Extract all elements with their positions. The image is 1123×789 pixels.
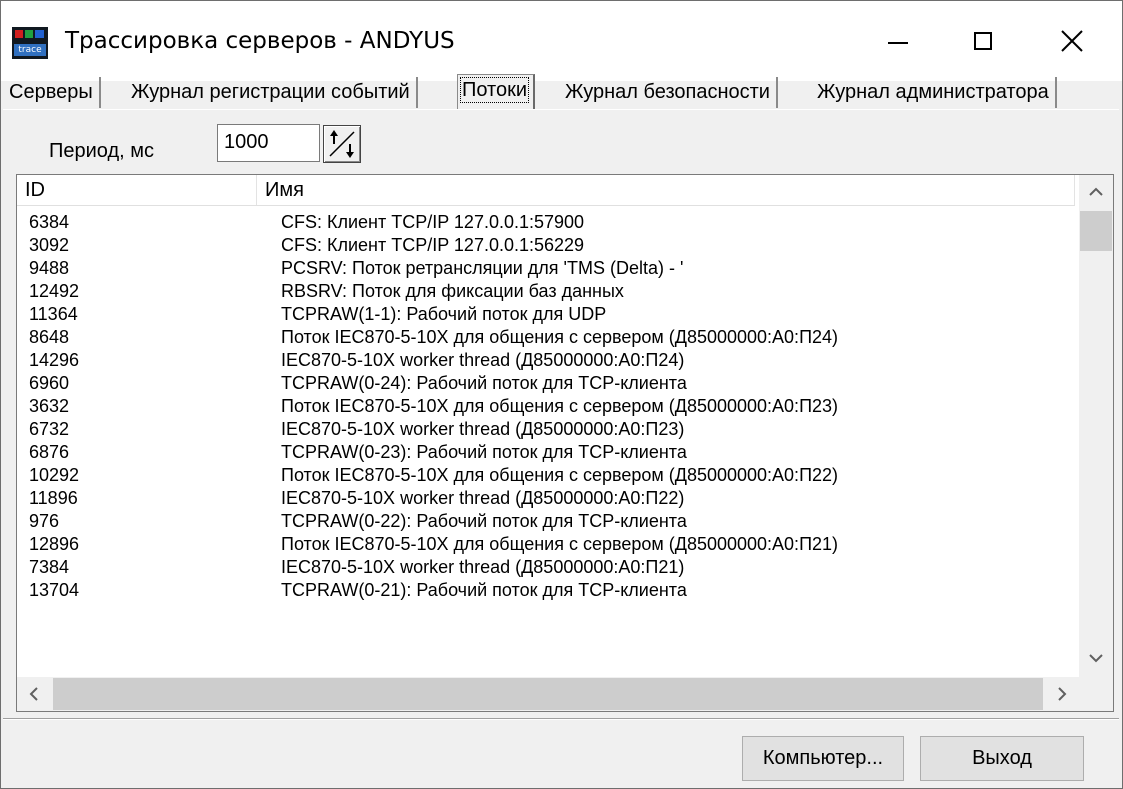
main-window: trace Трассировка серверов - ANDYUS Серв… — [0, 0, 1123, 789]
list-row[interactable]: 6876 TCPRAW(0-23): Рабочий поток для TCP-… — [17, 441, 1077, 464]
list-row[interactable]: 11896 IEC870-5-10X worker thread (Д850000… — [17, 487, 1077, 510]
list-row[interactable]: 9488 PCSRV: Поток ретрансляции для 'TMS (… — [17, 257, 1077, 280]
close-icon[interactable] — [1042, 15, 1102, 67]
list-rows: 6384 CFS: Клиент TCP/IP 127.0.0.1:57900 3… — [17, 211, 1077, 676]
horizontal-scrollbar[interactable] — [17, 677, 1079, 711]
column-header-name[interactable]: Имя — [257, 175, 1075, 205]
list-row[interactable]: 3092 CFS: Клиент TCP/IP 127.0.0.1:56229 — [17, 234, 1077, 257]
tab-bar: Серверы Журнал регистрации событий Поток… — [5, 74, 1105, 111]
chevron-right-icon[interactable] — [1045, 677, 1079, 711]
list-row[interactable]: 7384 IEC870-5-10X worker thread (Д8500000… — [17, 556, 1077, 579]
list-row[interactable]: 8648 Поток IEC870-5-10X для общения с сер… — [17, 326, 1077, 349]
chevron-up-icon[interactable] — [1079, 175, 1113, 209]
list-row[interactable]: 12896 Поток IEC870-5-10X для общения с се… — [17, 533, 1077, 556]
vertical-scrollbar[interactable] — [1079, 175, 1113, 677]
up-down-arrows-icon[interactable] — [323, 125, 361, 163]
maximize-icon[interactable] — [954, 15, 1014, 67]
title-bar[interactable]: trace Трассировка серверов - ANDYUS — [1, 1, 1122, 81]
tab-threads[interactable]: Потоки — [457, 74, 536, 109]
chevron-down-icon[interactable] — [1079, 641, 1113, 675]
app-icon[interactable]: trace — [12, 27, 48, 59]
list-row[interactable]: 14296 IEC870-5-10X worker thread (Д850000… — [17, 349, 1077, 372]
tab-admin-log[interactable]: Журнал администратора — [813, 77, 1057, 108]
tab-security-log[interactable]: Журнал безопасности — [561, 77, 778, 108]
tab-servers[interactable]: Серверы — [5, 77, 101, 108]
vertical-scroll-thumb[interactable] — [1080, 211, 1112, 251]
tab-event-log[interactable]: Журнал регистрации событий — [127, 77, 418, 108]
horizontal-scroll-thumb[interactable] — [53, 678, 1043, 710]
window-title: Трассировка серверов - ANDYUS — [65, 28, 455, 54]
column-header-id[interactable]: ID — [17, 175, 257, 205]
list-header: ID Имя — [17, 175, 1075, 206]
scroll-corner — [1079, 677, 1113, 711]
list-row[interactable]: 12492 RBSRV: Поток для фиксации баз данны… — [17, 280, 1077, 303]
list-row[interactable]: 976 TCPRAW(0-22): Рабочий поток для TCP-к… — [17, 510, 1077, 533]
list-row[interactable]: 10292 Поток IEC870-5-10X для общения с се… — [17, 464, 1077, 487]
minimize-icon[interactable] — [867, 15, 927, 67]
list-row[interactable]: 6384 CFS: Клиент TCP/IP 127.0.0.1:57900 — [17, 211, 1077, 234]
period-label: Период, мс — [49, 140, 155, 162]
list-row[interactable]: 3632 Поток IEC870-5-10X для общения с сер… — [17, 395, 1077, 418]
computer-button[interactable]: Компьютер... — [742, 736, 904, 781]
exit-button[interactable]: Выход — [920, 736, 1084, 781]
threads-list[interactable]: ID Имя 6384 CFS: Клиент TCP/IP 127.0.0.1:… — [16, 174, 1114, 712]
list-row[interactable]: 11364 TCPRAW(1-1): Рабочий поток для UDP — [17, 303, 1077, 326]
period-input[interactable]: 1000 — [217, 124, 320, 162]
list-row[interactable]: 13704 TCPRAW(0-21): Рабочий поток для TCP… — [17, 579, 1077, 602]
chevron-left-icon[interactable] — [17, 677, 51, 711]
list-row[interactable]: 6732 IEC870-5-10X worker thread (Д8500000… — [17, 418, 1077, 441]
list-row[interactable]: 6960 TCPRAW(0-24): Рабочий поток для TCP-… — [17, 372, 1077, 395]
app-icon-label: trace — [14, 44, 46, 56]
